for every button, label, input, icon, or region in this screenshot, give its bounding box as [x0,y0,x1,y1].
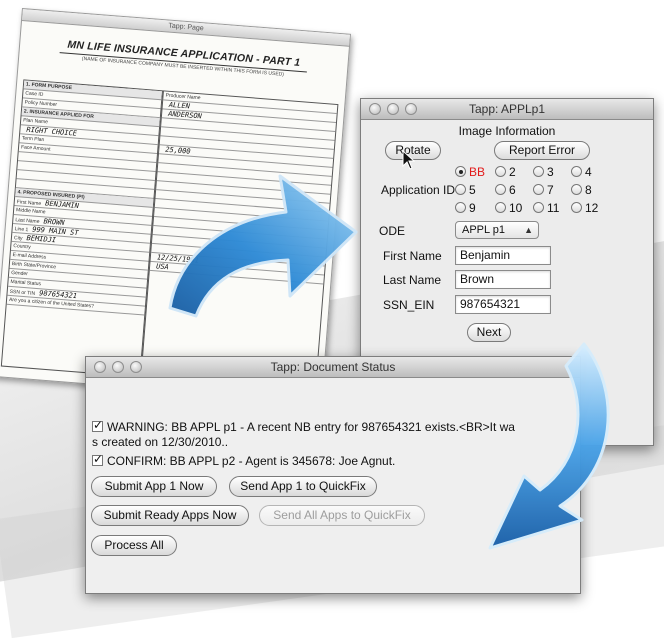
mouse-pointer-icon [402,150,416,170]
flow-arrows [168,174,610,550]
arrow-to-app-window-icon [168,174,358,318]
arrow-to-status-window-icon [488,342,610,550]
